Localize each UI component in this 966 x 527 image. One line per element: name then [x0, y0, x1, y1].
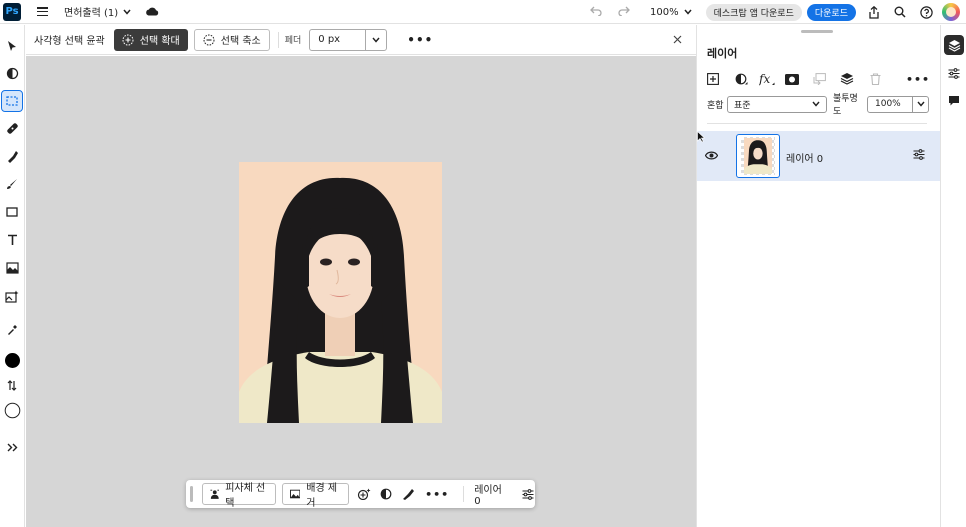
move-tool-icon[interactable] [2, 36, 22, 56]
brush-icon[interactable] [2, 174, 22, 194]
opacity-input[interactable]: 100% [867, 95, 929, 113]
remove-background-label: 배경 제거 [306, 483, 338, 509]
tools-panel [0, 25, 25, 527]
chevron-down-icon[interactable] [365, 29, 386, 50]
redo-icon[interactable] [614, 5, 634, 20]
layer-properties-icon[interactable] [913, 149, 925, 163]
layer-stack-icon[interactable] [839, 71, 855, 87]
adjustment-layer-icon[interactable] [733, 71, 749, 87]
quick-action-icon[interactable] [401, 488, 415, 500]
layer-mask-icon[interactable] [784, 71, 800, 87]
expand-icon [122, 34, 134, 45]
panel-drag-handle[interactable] [801, 30, 833, 33]
contextual-taskbar: 피사체 선택 배경 제거 ••• 레이어 0 [186, 480, 535, 509]
layer-effects-icon[interactable]: fx [759, 71, 775, 87]
layer-thumbnail[interactable] [736, 134, 780, 178]
chevron-down-icon[interactable] [912, 96, 928, 112]
taskbar-layer-name: 레이어 0 [463, 485, 507, 507]
opacity-label: 불투명도 [833, 94, 858, 117]
layer-row[interactable]: 레이어 0 [697, 131, 940, 181]
person-icon [210, 489, 219, 499]
contract-selection-label: 선택 축소 [220, 36, 261, 47]
select-subject-label: 피사체 선택 [225, 483, 266, 509]
share-icon[interactable] [866, 5, 882, 19]
foreground-color-icon[interactable] [2, 350, 22, 370]
more-options-icon[interactable]: ••• [425, 488, 449, 501]
more-tools-icon[interactable] [2, 437, 22, 457]
zoom-dropdown[interactable]: 100% [650, 7, 692, 18]
blend-mode-label: 혼합 [707, 100, 724, 111]
comments-icon[interactable] [944, 91, 964, 111]
layer-name[interactable]: 레이어 0 [786, 150, 823, 165]
layers-icon[interactable] [944, 35, 964, 55]
download-button[interactable]: 다운로드 [806, 3, 856, 21]
undo-icon[interactable] [586, 5, 606, 20]
clipping-mask-icon[interactable] [811, 71, 827, 87]
blend-mode-value: 표준 [734, 100, 751, 111]
cloud-icon[interactable] [145, 5, 159, 19]
healing-brush-icon[interactable] [2, 118, 22, 138]
top-bar: Ps 면허출력 (1) 100% 데스크탑 앱 다운로드 다운로드 [0, 0, 966, 24]
mouse-cursor-icon [697, 130, 706, 146]
layers-panel: 레이어 fx ••• 혼합 표준 불투명도 100% 레이어 0 [696, 25, 940, 527]
expand-selection-label: 선택 확대 [139, 36, 180, 47]
canvas-area[interactable] [26, 56, 696, 527]
contract-selection-button[interactable]: 선택 축소 [193, 28, 270, 51]
object-selection-icon[interactable] [2, 63, 22, 83]
taskbar-drag-handle[interactable] [190, 486, 193, 502]
generative-fill-icon[interactable] [2, 286, 22, 306]
feather-input[interactable]: 0 px [309, 28, 388, 51]
feather-value[interactable]: 0 px [310, 34, 365, 45]
swap-colors-icon[interactable] [2, 375, 22, 395]
svg-text:fx: fx [759, 72, 770, 86]
chevron-down-icon [812, 101, 820, 107]
blend-mode-select[interactable]: 표준 [727, 95, 827, 113]
properties-icon[interactable] [521, 488, 535, 500]
document-title-dropdown[interactable]: 면허출력 (1) [64, 4, 131, 19]
adjustments-icon[interactable] [944, 63, 964, 83]
portrait-photo [239, 162, 442, 423]
remove-background-button[interactable]: 배경 제거 [281, 483, 349, 509]
marquee-tool-icon[interactable] [1, 90, 23, 112]
zoom-level: 100% [650, 6, 679, 18]
eye-icon[interactable] [704, 150, 719, 163]
more-options-icon[interactable]: ••• [906, 71, 929, 87]
eyedropper-icon[interactable] [2, 320, 22, 340]
adjustment-icon[interactable] [379, 488, 393, 500]
crop-icon[interactable] [2, 258, 22, 278]
avatar[interactable] [942, 3, 960, 21]
options-bar: 사각형 선택 윤곽 선택 확대 선택 축소 페더 0 px ••• [26, 25, 696, 55]
expand-selection-button[interactable]: 선택 확대 [113, 28, 188, 51]
menu-icon[interactable] [37, 7, 48, 16]
desktop-app-download-button[interactable]: 데스크탑 앱 다운로드 [705, 3, 802, 21]
shape-icon[interactable] [2, 202, 22, 222]
layer-actions: fx ••• [705, 71, 933, 89]
photoshop-logo: Ps [3, 2, 21, 21]
background-color-icon[interactable] [2, 400, 22, 420]
chevron-down-icon [684, 9, 692, 15]
help-icon[interactable] [918, 5, 934, 19]
close-icon[interactable] [673, 33, 682, 47]
more-options-icon[interactable]: ••• [407, 33, 433, 47]
document-title: 면허출력 (1) [64, 8, 119, 19]
divider [707, 123, 927, 124]
select-subject-button[interactable]: 피사체 선택 [201, 483, 276, 509]
generative-fill-icon[interactable] [357, 488, 371, 500]
tool-name: 사각형 선택 윤곽 [34, 36, 105, 47]
type-icon[interactable] [2, 230, 22, 250]
feather-label: 페더 [277, 31, 301, 48]
opacity-value[interactable]: 100% [868, 99, 912, 109]
trash-icon[interactable] [867, 71, 883, 87]
blend-controls: 혼합 표준 불투명도 100% [707, 94, 929, 117]
layer-thumbnail-image [744, 138, 772, 174]
panel-rail [940, 25, 966, 527]
contract-icon [203, 34, 215, 45]
panel-title: 레이어 [707, 47, 738, 60]
search-icon[interactable] [892, 6, 908, 18]
chevron-down-icon [123, 9, 131, 15]
image-icon [289, 489, 301, 499]
document-image[interactable] [239, 162, 442, 423]
add-layer-icon[interactable] [705, 71, 721, 87]
spot-heal-icon[interactable] [2, 146, 22, 166]
